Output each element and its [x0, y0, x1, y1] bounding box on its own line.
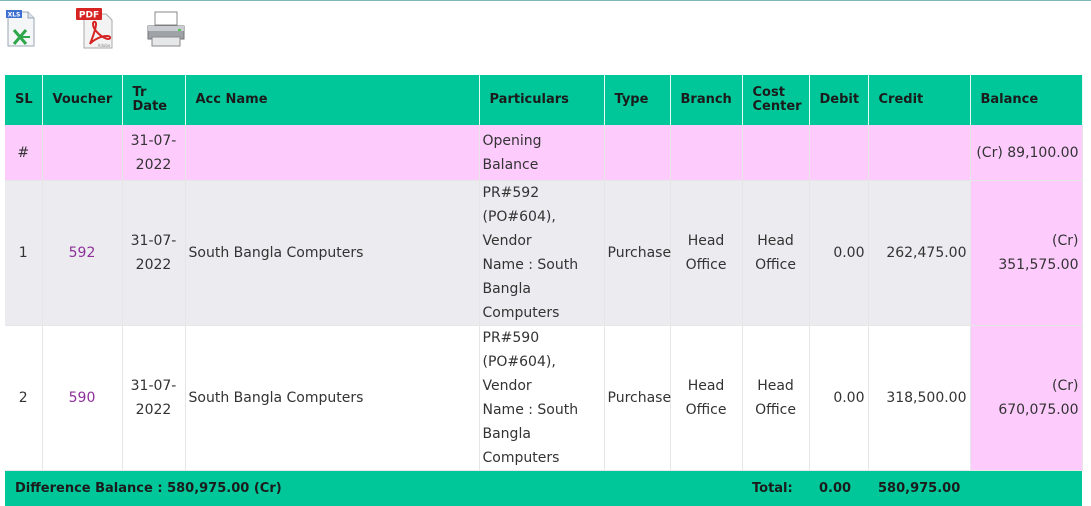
opening-type: [604, 125, 670, 181]
row-sl: 2: [5, 326, 42, 471]
row-date: 31-07-2022: [122, 326, 185, 471]
row-branch: HeadOffice: [670, 326, 742, 471]
row-debit: 0.00: [809, 326, 868, 471]
row-date: 31-07-2022: [122, 181, 185, 326]
header-credit: Credit: [868, 75, 970, 125]
top-border: [0, 0, 1091, 1]
table-header-row: SL Voucher TrDate Acc Name Particulars T…: [5, 75, 1082, 125]
opening-balance: (Cr) 89,100.00: [970, 125, 1082, 181]
opening-cost-center: [742, 125, 809, 181]
opening-particulars: Opening Balance: [479, 125, 604, 181]
row-cost-center: HeadOffice: [742, 181, 809, 326]
row-balance: (Cr) 351,575.00: [970, 181, 1082, 326]
opening-acc-name: [185, 125, 479, 181]
header-voucher: Voucher: [42, 75, 122, 125]
table-row: 2 590 31-07-2022 South Bangla Computers …: [5, 326, 1082, 471]
voucher-link[interactable]: 592: [69, 245, 96, 261]
printer-icon: [144, 6, 188, 50]
svg-text:PDF: PDF: [79, 11, 99, 21]
row-type: Purchase: [604, 326, 670, 471]
row-acc-name: South Bangla Computers: [185, 326, 479, 471]
excel-export-button[interactable]: XLS: [4, 6, 44, 50]
total-balance: [970, 471, 1082, 506]
row-credit: 262,475.00: [868, 181, 970, 326]
header-branch: Branch: [670, 75, 742, 125]
opening-voucher: [42, 125, 122, 181]
footer-row: Difference Balance : 580,975.00 (Cr) Tot…: [5, 471, 1082, 506]
row-voucher: 592: [42, 181, 122, 326]
header-type: Type: [604, 75, 670, 125]
header-debit: Debit: [809, 75, 868, 125]
row-acc-name: South Bangla Computers: [185, 181, 479, 326]
row-sl: 1: [5, 181, 42, 326]
total-debit: 0.00: [809, 471, 868, 506]
header-tr-date: TrDate: [122, 75, 185, 125]
header-balance: Balance: [970, 75, 1082, 125]
header-sl: SL: [5, 75, 42, 125]
header-particulars: Particulars: [479, 75, 604, 125]
opening-branch: [670, 125, 742, 181]
table-row: 1 592 31-07-2022 South Bangla Computers …: [5, 181, 1082, 326]
row-credit: 318,500.00: [868, 326, 970, 471]
total-credit: 580,975.00: [868, 471, 970, 506]
row-voucher: 590: [42, 326, 122, 471]
opening-debit: [809, 125, 868, 181]
row-balance: (Cr) 670,075.00: [970, 326, 1082, 471]
header-cost-center: CostCenter: [742, 75, 809, 125]
opening-balance-row: # 31-07-2022 Opening Balance (Cr) 89,100…: [5, 125, 1082, 181]
row-cost-center: HeadOffice: [742, 326, 809, 471]
ledger-table: SL Voucher TrDate Acc Name Particulars T…: [5, 75, 1083, 506]
row-branch: HeadOffice: [670, 181, 742, 326]
row-particulars: PR#590(PO#604), VendorName : SouthBangla…: [479, 326, 604, 471]
difference-balance: Difference Balance : 580,975.00 (Cr): [5, 471, 742, 506]
opening-credit: [868, 125, 970, 181]
opening-date: 31-07-2022: [122, 125, 185, 181]
row-type: Purchase: [604, 181, 670, 326]
svg-text:XLS: XLS: [8, 12, 21, 19]
row-debit: 0.00: [809, 181, 868, 326]
header-acc-name: Acc Name: [185, 75, 479, 125]
pdf-export-button[interactable]: PDF Adobe: [74, 6, 114, 50]
voucher-link[interactable]: 590: [69, 390, 96, 406]
svg-text:Adobe: Adobe: [98, 43, 111, 48]
row-particulars: PR#592(PO#604), VendorName : SouthBangla…: [479, 181, 604, 326]
total-label: Total:: [742, 471, 809, 506]
print-button[interactable]: [144, 6, 184, 50]
opening-sl: #: [5, 125, 42, 181]
pdf-export-icon: PDF Adobe: [74, 6, 114, 50]
excel-export-icon: XLS: [4, 6, 44, 50]
